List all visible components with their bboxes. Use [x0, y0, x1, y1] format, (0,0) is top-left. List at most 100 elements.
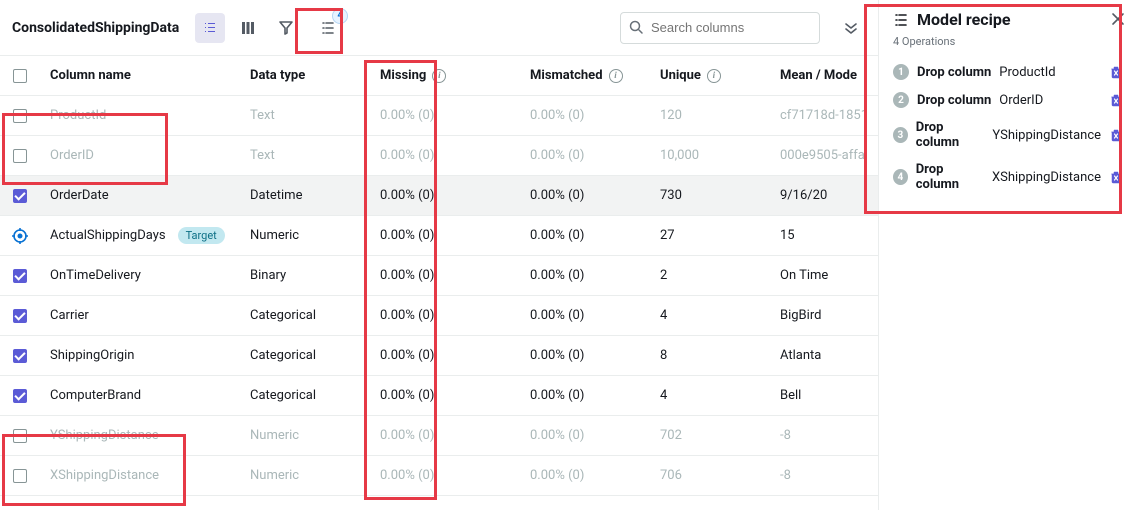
row-checkbox[interactable] — [13, 189, 27, 203]
row-checkbox[interactable] — [13, 389, 27, 403]
col-mismatched: 0.00% (0) — [520, 308, 650, 323]
trash-icon — [1109, 93, 1123, 107]
op-delete-button[interactable] — [1109, 128, 1123, 142]
list-icon — [202, 20, 218, 36]
recipe-op[interactable]: 4Drop columnXShippingDistance — [893, 156, 1123, 198]
col-unique: 702 — [650, 428, 770, 443]
search-input[interactable] — [620, 12, 820, 44]
header-mismatched[interactable]: Mismatchedi — [520, 68, 650, 83]
col-unique: 706 — [650, 468, 770, 483]
col-mode: -8 — [770, 428, 878, 443]
table-row[interactable]: ComputerBrandCategorical0.00% (0)0.00% (… — [0, 376, 878, 416]
op-column: XShippingDistance — [992, 170, 1101, 185]
recipe-op[interactable]: 2Drop columnOrderID — [893, 86, 1123, 114]
row-checkbox[interactable] — [13, 469, 27, 483]
table-row[interactable]: ShippingOriginCategorical0.00% (0)0.00% … — [0, 336, 878, 376]
table-row[interactable]: OrderIDText0.00% (0)0.00% (0)10,000000e9… — [0, 136, 878, 176]
row-checkbox[interactable] — [13, 429, 27, 443]
col-mode: On Time — [770, 268, 878, 283]
dataset-title: ConsolidatedShippingData — [12, 20, 179, 36]
info-icon[interactable]: i — [432, 69, 446, 83]
col-mismatched: 0.00% (0) — [520, 268, 650, 283]
expand-button[interactable] — [836, 13, 866, 43]
col-mode: Atlanta — [770, 348, 878, 363]
col-type: Categorical — [240, 348, 370, 363]
col-name: ShippingOrigin — [40, 348, 240, 363]
col-missing: 0.00% (0) — [370, 468, 520, 483]
col-mismatched: 0.00% (0) — [520, 108, 650, 123]
info-icon[interactable]: i — [609, 69, 623, 83]
table-row[interactable]: CarrierCategorical0.00% (0)0.00% (0)4Big… — [0, 296, 878, 336]
col-mode: 15 — [770, 228, 878, 243]
col-missing: 0.00% (0) — [370, 428, 520, 443]
table-row[interactable]: OrderDateDatetime0.00% (0)0.00% (0)7309/… — [0, 176, 878, 216]
op-column: OrderID — [999, 93, 1043, 108]
op-action: Drop column — [916, 162, 984, 192]
col-type: Numeric — [240, 228, 370, 243]
list-view-button[interactable] — [195, 13, 225, 43]
op-column: ProductId — [999, 65, 1055, 80]
columns-table: Column name Data type Missingi Mismatche… — [0, 56, 878, 510]
columns-icon — [240, 20, 256, 36]
col-mismatched: 0.00% (0) — [520, 388, 650, 403]
close-icon — [1111, 12, 1125, 26]
table-row[interactable]: ActualShippingDaysTargetNumeric0.00% (0)… — [0, 216, 878, 256]
recipe-op[interactable]: 3Drop columnYShippingDistance — [893, 114, 1123, 156]
col-mode: -8 — [770, 468, 878, 483]
table-row[interactable]: ProductIdText0.00% (0)0.00% (0)120cf7171… — [0, 96, 878, 136]
row-checkbox[interactable] — [13, 149, 27, 163]
op-delete-button[interactable] — [1109, 65, 1123, 79]
col-type: Numeric — [240, 468, 370, 483]
chevron-double-down-icon — [844, 21, 858, 35]
col-mismatched: 0.00% (0) — [520, 468, 650, 483]
filter-icon — [278, 20, 294, 36]
col-name: YShippingDistance — [40, 428, 240, 443]
col-name: ComputerBrand — [40, 388, 240, 403]
table-row[interactable]: XShippingDistanceNumeric0.00% (0)0.00% (… — [0, 456, 878, 496]
col-name: ActualShippingDaysTarget — [40, 227, 240, 244]
info-icon[interactable]: i — [707, 69, 721, 83]
recipe-button[interactable]: 4 — [313, 13, 343, 43]
col-mode: BigBird — [770, 308, 878, 323]
col-unique: 120 — [650, 108, 770, 123]
header-missing[interactable]: Missingi — [370, 68, 520, 83]
header-colname[interactable]: Column name — [40, 68, 240, 83]
col-type: Datetime — [240, 188, 370, 203]
col-missing: 0.00% (0) — [370, 348, 520, 363]
col-unique: 4 — [650, 388, 770, 403]
col-type: Text — [240, 108, 370, 123]
filter-button[interactable] — [271, 13, 301, 43]
col-type: Numeric — [240, 428, 370, 443]
op-delete-button[interactable] — [1109, 170, 1123, 184]
search-icon — [628, 19, 644, 35]
col-name: XShippingDistance — [40, 468, 240, 483]
col-missing: 0.00% (0) — [370, 268, 520, 283]
target-icon — [12, 228, 28, 244]
row-checkbox[interactable] — [13, 309, 27, 323]
col-missing: 0.00% (0) — [370, 228, 520, 243]
close-panel-button[interactable] — [1111, 12, 1125, 26]
header-datatype[interactable]: Data type — [240, 68, 370, 83]
op-number: 3 — [893, 127, 908, 143]
row-checkbox[interactable] — [13, 109, 27, 123]
header-unique[interactable]: Uniquei — [650, 68, 770, 83]
op-delete-button[interactable] — [1109, 93, 1123, 107]
target-badge: Target — [178, 227, 225, 244]
row-checkbox[interactable] — [13, 349, 27, 363]
col-type: Binary — [240, 268, 370, 283]
col-missing: 0.00% (0) — [370, 388, 520, 403]
op-action: Drop column — [917, 93, 991, 108]
op-action: Drop column — [916, 120, 985, 150]
table-row[interactable]: YShippingDistanceNumeric0.00% (0)0.00% (… — [0, 416, 878, 456]
recipe-list-icon — [893, 12, 909, 28]
col-unique: 4 — [650, 308, 770, 323]
row-checkbox[interactable] — [13, 269, 27, 283]
header-mode[interactable]: Mean / Mode — [770, 68, 878, 83]
recipe-op[interactable]: 1Drop columnProductId — [893, 58, 1123, 86]
col-type: Categorical — [240, 388, 370, 403]
trash-icon — [1109, 65, 1123, 79]
select-all-checkbox[interactable] — [13, 69, 27, 83]
table-row[interactable]: OnTimeDeliveryBinary0.00% (0)0.00% (0)2O… — [0, 256, 878, 296]
toolbar: ConsolidatedShippingData 4 — [0, 0, 878, 56]
grid-view-button[interactable] — [233, 13, 263, 43]
